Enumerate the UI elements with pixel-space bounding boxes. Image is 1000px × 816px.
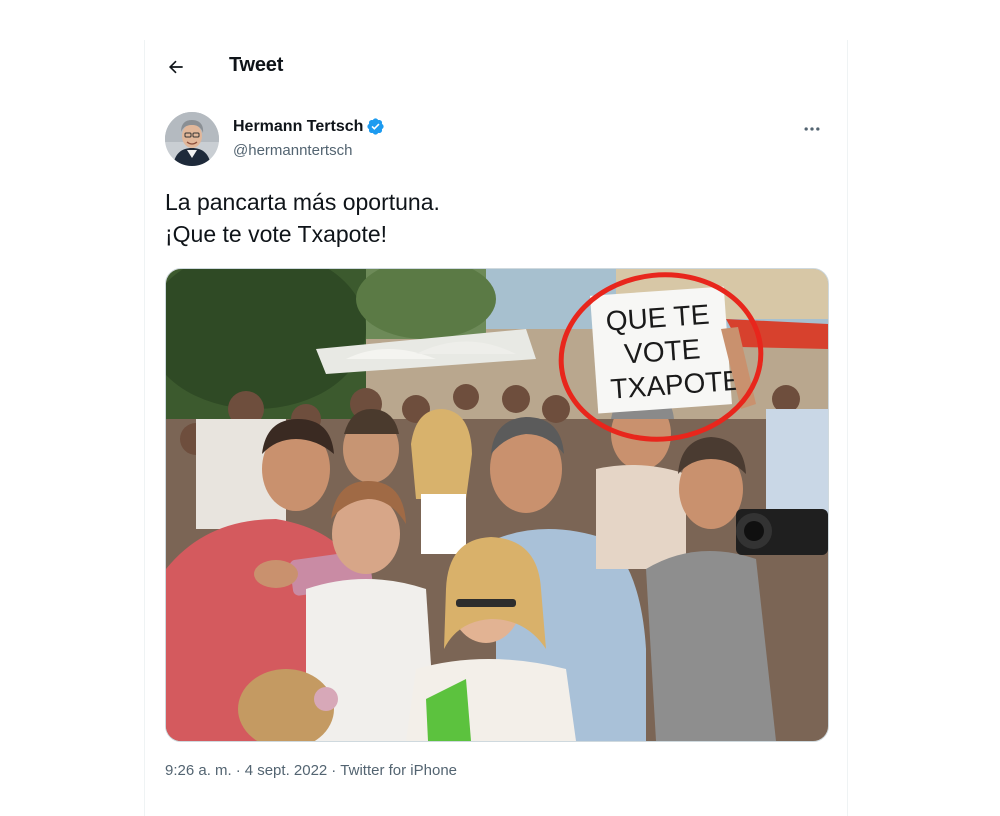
tweet-text: La pancarta más oportuna. ¡Que te vote T… [165,189,440,247]
protest-sign: QUE TE VOTE TXAPOTE [590,286,742,414]
author-name-wrap[interactable]: Hermann Tertsch [233,117,385,136]
arrow-left-icon [168,60,183,74]
meta-separator: · [331,762,337,779]
tweet-date[interactable]: 4 sept. 2022 [245,762,328,779]
meta-separator: · [235,762,241,779]
more-button[interactable] [795,114,829,144]
sign-line-2: VOTE [623,333,701,369]
tweet-column: Tweet Hermann Tertsch @hermanntertsch La… [144,40,848,816]
author-row: Hermann Tertsch @hermanntertsch [165,112,829,168]
crowd-photo: QUE TE VOTE TXAPOTE [166,269,828,741]
tweet-meta: 9:26 a. m. · 4 sept. 2022 · Twitter for … [165,762,457,779]
tweet-header: Tweet [145,40,847,94]
page-title: Tweet [229,54,284,76]
verified-badge-icon [367,118,385,135]
avatar[interactable] [165,112,219,166]
tweet-photo[interactable]: QUE TE VOTE TXAPOTE [165,268,829,742]
tweet-source[interactable]: Twitter for iPhone [340,762,457,779]
author-name[interactable]: Hermann Tertsch [233,118,363,136]
tweet-time[interactable]: 9:26 a. m. [165,762,232,779]
back-button[interactable] [159,50,193,84]
more-horizontal-icon [804,127,820,131]
avatar-image [165,112,219,166]
author-handle[interactable]: @hermanntertsch [233,142,352,159]
